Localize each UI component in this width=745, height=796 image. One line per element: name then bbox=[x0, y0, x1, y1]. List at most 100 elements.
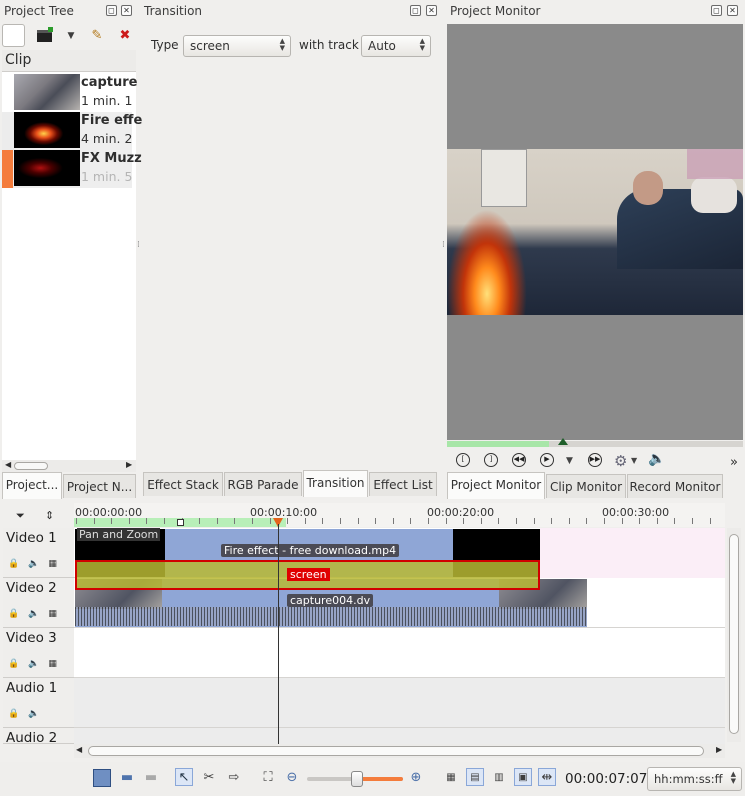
thumbnails-icon[interactable]: ▦ bbox=[442, 769, 460, 787]
transition-type-label: Type bbox=[151, 38, 179, 52]
chevron-down-icon[interactable]: ▼ bbox=[62, 27, 80, 45]
timeline-hscrollbar[interactable]: ◀ ▶ bbox=[74, 744, 725, 758]
ruler-tick bbox=[252, 518, 253, 524]
zoom-in-icon[interactable]: ⊕ bbox=[407, 769, 425, 787]
clip-title: Fire effe bbox=[81, 113, 143, 128]
timecode-format-select[interactable]: hh:mm:ss:ff ▲ ▼ bbox=[647, 767, 742, 791]
ruler-tick bbox=[498, 518, 499, 524]
float-icon[interactable]: ◻ bbox=[711, 5, 722, 16]
track-lane-video-3[interactable] bbox=[74, 628, 725, 678]
edit-pencil-icon[interactable]: ✎ bbox=[88, 27, 106, 45]
clapper-add-icon[interactable] bbox=[36, 27, 54, 45]
with-track-select[interactable]: Auto ▲ ▼ bbox=[361, 35, 431, 57]
track-controls-icon[interactable]: 🔒🔈▦ bbox=[8, 609, 66, 619]
chevron-down-icon[interactable]: ▼ bbox=[566, 456, 573, 466]
collapse-tracks-icon[interactable]: ⏷ bbox=[16, 509, 25, 523]
track-controls-icon[interactable]: 🔒🔈▦ bbox=[8, 559, 66, 569]
markers-icon[interactable]: ▥ bbox=[490, 769, 508, 787]
scroll-left-icon[interactable]: ◀ bbox=[76, 745, 82, 754]
monitor-screen[interactable] bbox=[447, 24, 743, 440]
tab-clip-monitor[interactable]: Clip Monitor bbox=[546, 474, 626, 498]
playhead-line[interactable] bbox=[278, 524, 279, 744]
snap-icon[interactable]: ⇹ bbox=[538, 768, 556, 786]
timeline-transition[interactable]: screen bbox=[75, 560, 540, 590]
scroll-right-icon[interactable]: ▶ bbox=[126, 460, 132, 469]
scroll-thumb[interactable] bbox=[14, 462, 48, 470]
list-item[interactable]: capture 1 min. 1 bbox=[2, 74, 137, 112]
playhead-marker-icon[interactable] bbox=[558, 438, 568, 445]
pointer-tool-icon[interactable]: ↖ bbox=[175, 768, 193, 786]
track-header-video-2[interactable]: Video 2 🔒🔈▦ bbox=[3, 578, 74, 628]
updown-arrow-icon: ▲ ▼ bbox=[419, 37, 425, 52]
zoom-out-icon[interactable]: ⊖ bbox=[283, 769, 301, 787]
project-tree-toolbar: ▼ ✎ ✖ bbox=[2, 24, 136, 48]
timeline-vscrollbar[interactable] bbox=[727, 528, 741, 742]
play-icon[interactable]: ▶ bbox=[540, 453, 554, 467]
selection-marker bbox=[2, 150, 13, 188]
list-item[interactable]: Fire effe 4 min. 2 bbox=[2, 112, 142, 150]
monitor-position-bar[interactable] bbox=[447, 438, 743, 447]
clip-column-header[interactable]: Clip bbox=[2, 50, 136, 72]
zone-start-marker[interactable] bbox=[177, 519, 184, 526]
expand-tracks-icon[interactable]: ⇕ bbox=[45, 509, 54, 522]
more-button[interactable]: » bbox=[730, 455, 738, 470]
clip-thumbnail bbox=[14, 74, 80, 110]
track-header-video-3[interactable]: Video 3 🔒🔈▦ bbox=[3, 628, 74, 678]
timecode-display: 00:00:07:07 bbox=[565, 771, 648, 787]
scroll-thumb[interactable] bbox=[729, 534, 739, 734]
ruler-tick bbox=[622, 518, 623, 524]
waveform-icon[interactable]: ▤ bbox=[466, 768, 484, 786]
volume-icon[interactable]: 🔈 bbox=[648, 451, 665, 467]
ruler-tick bbox=[692, 518, 693, 524]
close-icon[interactable]: ✕ bbox=[121, 5, 132, 16]
track-controls-icon[interactable]: 🔒🔈▦ bbox=[8, 659, 66, 669]
scroll-left-icon[interactable]: ◀ bbox=[5, 460, 11, 469]
transition-type-select[interactable]: screen ▲ ▼ bbox=[183, 35, 291, 57]
razor-tool-icon[interactable]: ✂ bbox=[200, 769, 218, 787]
track-controls-icon[interactable]: 🔒🔈 bbox=[8, 709, 48, 719]
splitter-handle[interactable]: ⁞ bbox=[442, 240, 445, 250]
tab-record-monitor[interactable]: Record Monitor bbox=[627, 474, 723, 498]
track-header-audio-2[interactable]: Audio 2 bbox=[3, 728, 74, 746]
set-zone-end-icon[interactable]: ] bbox=[484, 453, 498, 467]
scroll-thumb[interactable] bbox=[88, 746, 704, 756]
float-icon[interactable]: ◻ bbox=[106, 5, 117, 16]
forward-icon[interactable]: ▶▶ bbox=[588, 453, 602, 467]
splitter-handle[interactable]: ⁞ bbox=[137, 240, 140, 250]
titles-icon[interactable]: ▣ bbox=[514, 768, 532, 786]
list-item[interactable]: FX Muzz 1 min. 5 bbox=[2, 150, 142, 188]
project-tree-hscrollbar[interactable]: ◀ ▶ bbox=[2, 460, 136, 472]
track-header-video-1[interactable]: Video 1 🔒🔈▦ bbox=[3, 528, 74, 578]
set-zone-start-icon[interactable]: [ bbox=[456, 453, 470, 467]
gear-icon[interactable]: ⚙ bbox=[614, 452, 627, 470]
video-track-icon[interactable] bbox=[93, 769, 111, 787]
audio-waveform bbox=[75, 607, 587, 626]
audio-track-icon[interactable]: ▬ bbox=[142, 769, 160, 787]
chevron-down-icon[interactable]: ▼ bbox=[631, 456, 637, 465]
track-header-audio-1[interactable]: Audio 1 🔒🔈 bbox=[3, 678, 74, 728]
ruler-tick bbox=[569, 518, 570, 524]
scroll-right-icon[interactable]: ▶ bbox=[716, 745, 722, 754]
zoom-slider-handle[interactable] bbox=[351, 771, 363, 787]
rewind-icon[interactable]: ◀◀ bbox=[512, 453, 526, 467]
close-icon[interactable]: ✕ bbox=[426, 5, 437, 16]
ruler-tick bbox=[146, 518, 147, 524]
track-lane-audio-2[interactable] bbox=[74, 728, 725, 744]
transition-label: screen bbox=[287, 568, 330, 581]
ruler-tick bbox=[111, 518, 112, 524]
split-audio-icon[interactable]: ▬ bbox=[118, 769, 136, 787]
add-clip-button[interactable] bbox=[2, 24, 25, 47]
spacer-tool-icon[interactable]: ⇨ bbox=[225, 769, 243, 787]
track-lane-audio-1[interactable] bbox=[74, 678, 725, 728]
clip-duration: 4 min. 2 bbox=[81, 131, 133, 146]
delete-icon[interactable]: ✖ bbox=[116, 27, 134, 45]
ruler-tick bbox=[340, 518, 341, 524]
zoom-slider[interactable] bbox=[307, 771, 403, 787]
zoom-slider-fill bbox=[357, 777, 403, 781]
clip-duration: 1 min. 1 bbox=[81, 93, 133, 108]
track-name: Video 2 bbox=[6, 580, 57, 596]
tab-project-monitor[interactable]: Project Monitor bbox=[447, 472, 545, 499]
float-icon[interactable]: ◻ bbox=[410, 5, 421, 16]
fit-zoom-icon[interactable]: ⛶ bbox=[259, 769, 277, 787]
close-icon[interactable]: ✕ bbox=[727, 5, 738, 16]
